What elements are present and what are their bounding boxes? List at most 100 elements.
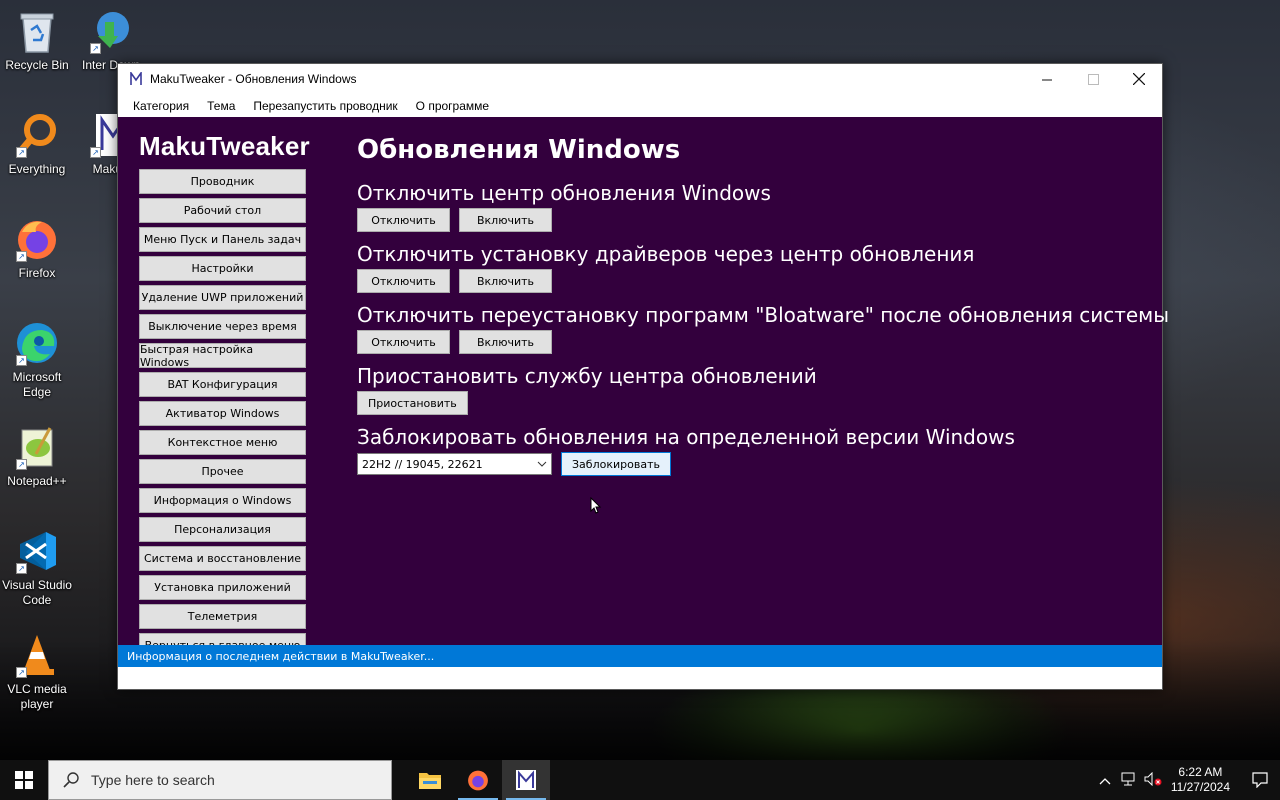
nav-windows-info[interactable]: Информация о Windows (139, 488, 306, 513)
section-disable-driver-updates: Отключить установку драйверов через цент… (357, 242, 1142, 293)
close-button[interactable] (1116, 64, 1162, 94)
nav-other[interactable]: Прочее (139, 459, 306, 484)
close-icon (1133, 73, 1145, 85)
clock-time: 6:22 AM (1178, 765, 1223, 779)
desktop-icon-notepad-plus-plus[interactable]: ↗ Notepad++ (0, 424, 74, 489)
shortcut-arrow-icon: ↗ (16, 355, 27, 366)
nav-system-recovery[interactable]: Система и восстановление (139, 546, 306, 571)
nav-uwp-removal[interactable]: Удаление UWP приложений (139, 285, 306, 310)
section-title: Приостановить службу центра обновлений (357, 364, 817, 388)
enable-bloatware-reinstall-button[interactable]: Включить (459, 330, 552, 354)
nav-shutdown-timer[interactable]: Выключение через время (139, 314, 306, 339)
desktop-icon-label: Everything (8, 162, 66, 176)
desktop-icon-vscode[interactable]: ↗ Visual Studio Code (0, 528, 74, 608)
mouse-cursor-icon (590, 497, 602, 514)
makutweaker-app-icon (128, 71, 144, 87)
nav-bat-config[interactable]: BAT Конфигурация (139, 372, 306, 397)
nav-personalization[interactable]: Персонализация (139, 517, 306, 542)
menu-theme[interactable]: Тема (198, 99, 244, 113)
desktop-icon-label: Visual Studio Code (2, 578, 72, 607)
nav-explorer[interactable]: Проводник (139, 169, 306, 194)
desktop-icon-label: Microsoft Edge (12, 370, 62, 399)
version-select-value: 22H2 // 19045, 22621 (362, 457, 483, 471)
section-title: Отключить установку драйверов через цент… (357, 242, 975, 266)
maximize-button[interactable] (1070, 64, 1116, 94)
menu-category[interactable]: Категория (124, 99, 198, 113)
notification-icon (1252, 772, 1268, 788)
menu-restart-explorer[interactable]: Перезапустить проводник (244, 99, 406, 113)
desktop-icon-everything[interactable]: ↗ Everything (0, 112, 74, 177)
edge-icon: ↗ (14, 320, 60, 366)
volume-muted-icon[interactable] (1141, 771, 1165, 789)
status-bar: Информация о последнем действии в MakuTw… (118, 645, 1162, 667)
taskbar-firefox[interactable] (454, 760, 502, 800)
content-area: MakuTweaker Проводник Рабочий стол Меню … (118, 117, 1170, 667)
idm-icon: ↗ (88, 8, 134, 54)
desktop-icon-recycle-bin[interactable]: Recycle Bin (0, 8, 74, 73)
show-hidden-icons-chevron-icon[interactable] (1093, 773, 1117, 788)
enable-update-center-button[interactable]: Включить (459, 208, 552, 232)
section-title: Отключить переустановку программ "Bloatw… (357, 303, 1170, 327)
shortcut-arrow-icon: ↗ (90, 147, 101, 158)
windows-version-select[interactable]: 22H2 // 19045, 22621 (357, 453, 552, 475)
minimize-button[interactable] (1024, 64, 1070, 94)
desktop-icon-label: Recycle Bin (5, 58, 69, 72)
maximize-icon (1087, 73, 1099, 85)
folder-icon (419, 773, 441, 789)
nav-activator[interactable]: Активатор Windows (139, 401, 306, 426)
disable-bloatware-reinstall-button[interactable]: Отключить (357, 330, 450, 354)
firefox-icon (468, 770, 488, 791)
search-placeholder: Type here to search (91, 772, 215, 788)
desktop-icon-label: VLC media player (7, 682, 67, 711)
taskbar-search-box[interactable]: Type here to search (48, 760, 392, 800)
section-disable-bloatware-reinstall: Отключить переустановку программ "Bloatw… (357, 303, 1170, 354)
enable-driver-updates-button[interactable]: Включить (459, 269, 552, 293)
title-bar[interactable]: MakuTweaker - Обновления Windows (118, 64, 1162, 94)
section-block-version: Заблокировать обновления на определенной… (357, 425, 1142, 476)
desktop-icon-firefox[interactable]: ↗ Firefox (0, 216, 74, 281)
section-pause-update-service: Приостановить службу центра обновлений П… (357, 364, 1142, 415)
vscode-icon: ↗ (14, 528, 60, 574)
block-version-button[interactable]: Заблокировать (561, 452, 671, 476)
nav-telemetry[interactable]: Телеметрия (139, 604, 306, 629)
taskbar: Type here to search 6:22 AM 11/27/2024 (0, 760, 1280, 800)
nav-settings[interactable]: Настройки (139, 256, 306, 281)
chevron-down-icon (537, 461, 547, 467)
recycle-bin-icon (14, 8, 60, 54)
nav-quick-setup[interactable]: Быстрая настройка Windows (139, 343, 306, 369)
taskbar-clock[interactable]: 6:22 AM 11/27/2024 (1171, 765, 1230, 795)
windows-logo-icon (15, 771, 33, 789)
section-title: Отключить центр обновления Windows (357, 181, 771, 205)
main-panel: Обновления Windows Отключить центр обнов… (357, 135, 1170, 486)
nav-start-taskbar[interactable]: Меню Пуск и Панель задач (139, 227, 306, 252)
nav-desktop[interactable]: Рабочий стол (139, 198, 306, 223)
desktop-icon-label: Firefox (18, 266, 56, 280)
network-icon[interactable] (1117, 772, 1141, 789)
nav-context-menu[interactable]: Контекстное меню (139, 430, 306, 455)
minimize-icon (1041, 79, 1052, 80)
menu-about[interactable]: О программе (407, 99, 498, 113)
page-title: Обновления Windows (357, 135, 681, 165)
shortcut-arrow-icon: ↗ (90, 43, 101, 54)
everything-search-icon: ↗ (14, 112, 60, 158)
clock-date: 11/27/2024 (1170, 780, 1230, 794)
section-title: Заблокировать обновления на определенной… (357, 425, 1015, 449)
disable-update-center-button[interactable]: Отключить (357, 208, 450, 232)
desktop-icon-microsoft-edge[interactable]: ↗ Microsoft Edge (0, 320, 74, 400)
makutweaker-icon (516, 770, 536, 790)
action-center-button[interactable] (1240, 772, 1280, 788)
taskbar-makutweaker[interactable] (502, 760, 550, 800)
nav-app-install[interactable]: Установка приложений (139, 575, 306, 600)
shortcut-arrow-icon: ↗ (16, 459, 27, 470)
shortcut-arrow-icon: ↗ (16, 251, 27, 262)
start-button[interactable] (0, 760, 48, 800)
shortcut-arrow-icon: ↗ (16, 147, 27, 158)
disable-driver-updates-button[interactable]: Отключить (357, 269, 450, 293)
menu-bar: Категория Тема Перезапустить проводник О… (118, 94, 1162, 117)
system-tray: 6:22 AM 11/27/2024 (1093, 760, 1280, 800)
shortcut-arrow-icon: ↗ (16, 563, 27, 574)
firefox-icon: ↗ (14, 216, 60, 262)
taskbar-file-explorer[interactable] (406, 760, 454, 800)
pause-update-service-button[interactable]: Приостановить (357, 391, 468, 415)
desktop-icon-vlc[interactable]: ↗ VLC media player (0, 632, 74, 712)
